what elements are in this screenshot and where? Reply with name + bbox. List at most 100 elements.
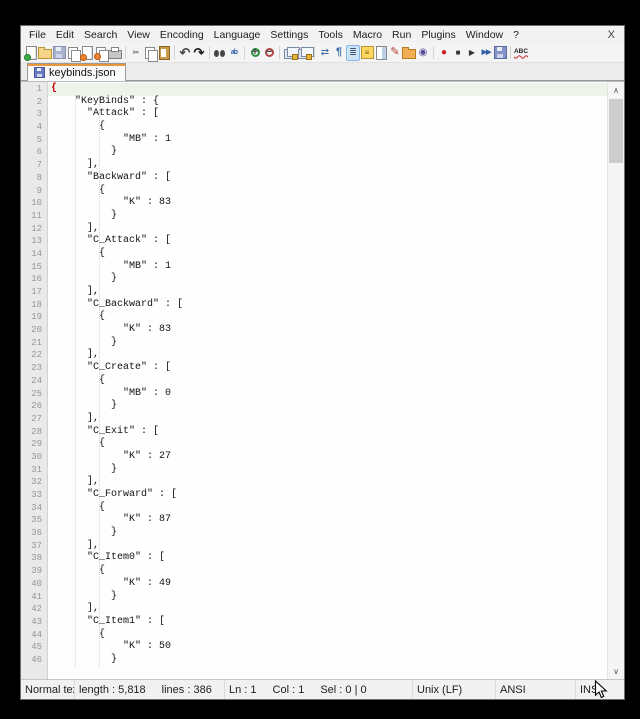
find-icon[interactable]: [213, 45, 227, 61]
code-line[interactable]: 8 "Backward" : [: [21, 172, 607, 185]
code-line[interactable]: 38 "C_Item0" : [: [21, 552, 607, 565]
code-line[interactable]: 34 {: [21, 502, 607, 515]
cut-icon[interactable]: ✂: [129, 45, 143, 61]
code-line[interactable]: 33 "C_Forward" : [: [21, 489, 607, 502]
code-line[interactable]: 21 }: [21, 337, 607, 350]
code-line[interactable]: 15 "MB" : 1: [21, 261, 607, 274]
code-line[interactable]: 10 "K" : 83: [21, 197, 607, 210]
code-line[interactable]: 46 }: [21, 654, 607, 667]
code-line[interactable]: 27 ],: [21, 413, 607, 426]
editor[interactable]: 1{2 "KeyBinds" : {3 "Attack" : [4 {5 "MB…: [21, 81, 624, 679]
menu-item-macro[interactable]: Macro: [348, 28, 387, 42]
scroll-up-arrow-icon[interactable]: ∧: [608, 82, 624, 98]
code-line[interactable]: 11 }: [21, 210, 607, 223]
copy-icon[interactable]: [143, 45, 157, 61]
code-line[interactable]: 24 {: [21, 375, 607, 388]
replace-icon[interactable]: ab: [227, 45, 241, 61]
code-line[interactable]: 40 "K" : 49: [21, 578, 607, 591]
code-line[interactable]: 39 {: [21, 565, 607, 578]
scrollbar-thumb[interactable]: [609, 99, 623, 163]
menu-item-settings[interactable]: Settings: [265, 28, 313, 42]
code-line[interactable]: 25 "MB" : 0: [21, 388, 607, 401]
close-window-button[interactable]: X: [604, 29, 624, 41]
menu-item-search[interactable]: Search: [79, 28, 122, 42]
code-line[interactable]: 22 ],: [21, 349, 607, 362]
code-line[interactable]: 2 "KeyBinds" : {: [21, 96, 607, 109]
code-line[interactable]: 23 "C_Create" : [: [21, 362, 607, 375]
code-line[interactable]: 12 ],: [21, 223, 607, 236]
macro-play-icon[interactable]: ▶: [465, 45, 479, 61]
document-map-icon[interactable]: [374, 45, 388, 61]
code-line[interactable]: 31 }: [21, 464, 607, 477]
code-line[interactable]: 35 "K" : 87: [21, 514, 607, 527]
scroll-down-arrow-icon[interactable]: ∨: [608, 663, 624, 679]
code-line[interactable]: 9 {: [21, 185, 607, 198]
macro-save-icon[interactable]: [493, 45, 507, 61]
undo-icon[interactable]: ↶: [178, 45, 192, 61]
code-line[interactable]: 42 ],: [21, 603, 607, 616]
macro-record-icon[interactable]: ●: [437, 45, 451, 61]
code-line[interactable]: 17 ],: [21, 286, 607, 299]
print-icon[interactable]: [108, 45, 122, 61]
menu-item-window[interactable]: Window: [461, 28, 508, 42]
code-line[interactable]: 26 }: [21, 400, 607, 413]
tab-keybinds.json[interactable]: keybinds.json: [27, 63, 126, 81]
code-line[interactable]: 19 {: [21, 311, 607, 324]
toolbar-separator: [206, 45, 213, 60]
zoom-in-icon[interactable]: +: [248, 45, 262, 61]
save-all-icon[interactable]: [66, 45, 80, 61]
menu-item-run[interactable]: Run: [387, 28, 416, 42]
menu-item-help[interactable]: ?: [508, 28, 524, 42]
close-icon[interactable]: [80, 45, 94, 61]
code-line[interactable]: 32 ],: [21, 476, 607, 489]
menu-item-edit[interactable]: Edit: [51, 28, 79, 42]
code-line[interactable]: 41 }: [21, 591, 607, 604]
macro-play-icon: ▶: [469, 49, 475, 57]
function-list-icon[interactable]: ≡: [360, 45, 374, 61]
menu-item-tools[interactable]: Tools: [313, 28, 348, 42]
menu-item-plugins[interactable]: Plugins: [416, 28, 460, 42]
code-line[interactable]: 43 "C_Item1" : [: [21, 616, 607, 629]
save-icon[interactable]: [52, 45, 66, 61]
code-line[interactable]: 1{: [21, 83, 607, 96]
code-line[interactable]: 7 ],: [21, 159, 607, 172]
menu-item-view[interactable]: View: [122, 28, 155, 42]
code-line[interactable]: 16 }: [21, 273, 607, 286]
folder-as-workspace-icon[interactable]: [402, 45, 416, 61]
code-line[interactable]: 45 "K" : 50: [21, 641, 607, 654]
menu-item-encoding[interactable]: Encoding: [155, 28, 209, 42]
code-line[interactable]: 5 "MB" : 1: [21, 134, 607, 147]
code-line[interactable]: 37 ],: [21, 540, 607, 553]
code-line[interactable]: 28 "C_Exit" : [: [21, 426, 607, 439]
monitoring-icon[interactable]: ◉: [416, 45, 430, 61]
show-all-characters-icon[interactable]: ¶: [332, 45, 346, 61]
code-line[interactable]: 6 }: [21, 146, 607, 159]
code-line[interactable]: 29 {: [21, 438, 607, 451]
new-file-icon[interactable]: [24, 45, 38, 61]
zoom-out-icon[interactable]: −: [262, 45, 276, 61]
show-indent-guide-icon[interactable]: ≣: [346, 45, 360, 61]
code-line[interactable]: 20 "K" : 83: [21, 324, 607, 337]
paste-icon[interactable]: [157, 45, 171, 61]
open-file-icon[interactable]: [38, 45, 52, 61]
vertical-scrollbar[interactable]: ∧ ∨: [607, 82, 624, 679]
redo-icon[interactable]: ↷: [192, 45, 206, 61]
macro-run-multiple-icon[interactable]: ▶▶: [479, 45, 493, 61]
sync-horizontal-scroll-icon[interactable]: [297, 45, 311, 61]
code-line[interactable]: 44 {: [21, 629, 607, 642]
menu-item-file[interactable]: File: [24, 28, 51, 42]
document-list-icon[interactable]: ✎: [388, 45, 402, 61]
code-line[interactable]: 18 "C_Backward" : [: [21, 299, 607, 312]
sync-vertical-scroll-icon[interactable]: [283, 45, 297, 61]
code-line[interactable]: 3 "Attack" : [: [21, 108, 607, 121]
word-wrap-icon[interactable]: ⇄: [318, 45, 332, 61]
close-all-icon[interactable]: [94, 45, 108, 61]
code-line[interactable]: 4 {: [21, 121, 607, 134]
macro-stop-icon[interactable]: ■: [451, 45, 465, 61]
code-line[interactable]: 30 "K" : 27: [21, 451, 607, 464]
spell-check-icon[interactable]: ABC: [514, 45, 528, 61]
code-line[interactable]: 36 }: [21, 527, 607, 540]
code-line[interactable]: 13 "C_Attack" : [: [21, 235, 607, 248]
code-line[interactable]: 14 {: [21, 248, 607, 261]
menu-item-language[interactable]: Language: [209, 28, 266, 42]
